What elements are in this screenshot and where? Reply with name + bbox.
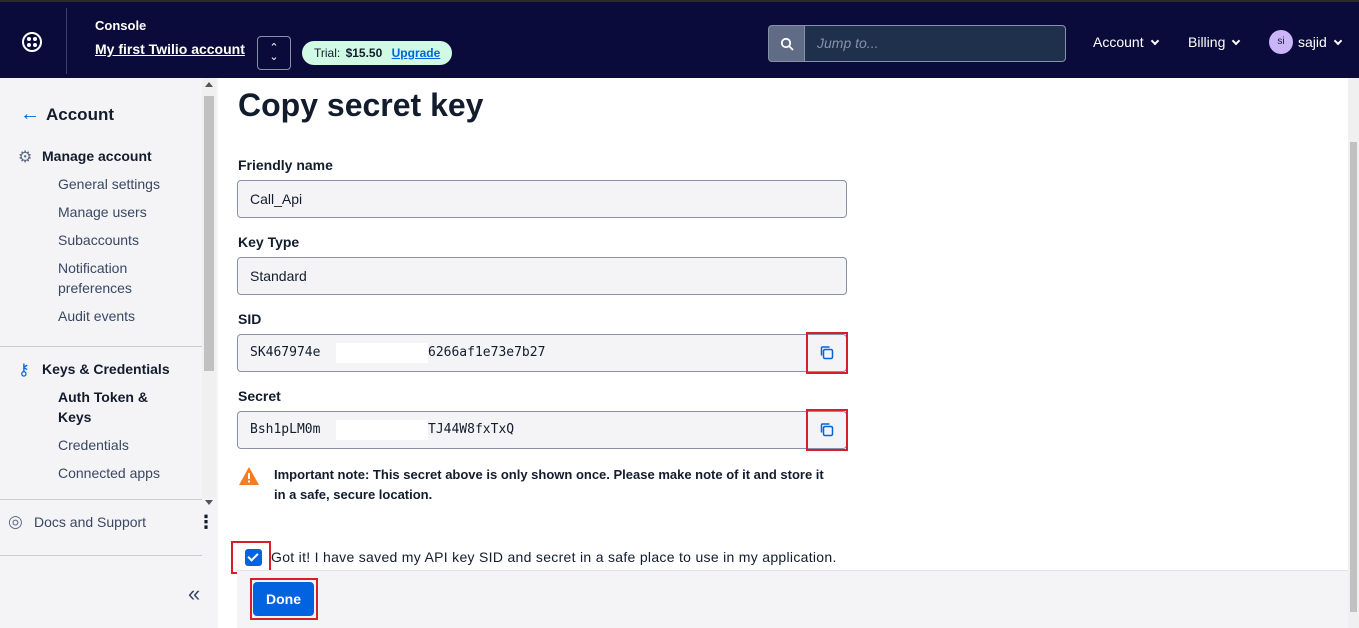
sidebar-item-notification-preferences[interactable]: Notification preferences [58, 258, 168, 298]
scroll-up-arrow-icon[interactable] [205, 82, 213, 87]
billing-menu[interactable]: Billing [1188, 34, 1241, 50]
scroll-down-arrow-icon[interactable] [205, 500, 213, 505]
sidebar-item-subaccounts[interactable]: Subaccounts [58, 230, 139, 250]
done-button[interactable]: Done [253, 582, 314, 616]
highlight-box [806, 332, 848, 374]
main-scrollbar-thumb[interactable] [1350, 142, 1357, 612]
upgrade-link[interactable]: Upgrade [392, 46, 441, 60]
divider [0, 346, 202, 347]
gear-icon: ⚙ [18, 149, 33, 166]
page-title: Copy secret key [238, 87, 484, 123]
sidebar-scrollbar-thumb[interactable] [204, 96, 214, 371]
key-icon: ⚷ [18, 362, 30, 379]
console-label: Console [95, 18, 147, 33]
trial-badge: Trial: $15.50 Upgrade [302, 41, 453, 65]
redaction-mask [336, 420, 428, 440]
friendly-name-field[interactable]: Call_Api [237, 180, 847, 218]
chevron-down-icon [1150, 36, 1159, 46]
confirmation-checkbox-label[interactable]: Got it! I have saved my API key SID and … [271, 549, 837, 565]
chevron-down-icon [1232, 36, 1241, 46]
secret-label: Secret [238, 388, 281, 404]
important-note: Important note: This secret above is onl… [274, 467, 824, 502]
redaction-mask [336, 343, 428, 363]
sidebar: ← Account ⚙ Manage account General setti… [0, 78, 218, 628]
top-navigation-bar: Console My first Twilio account ⌃ ⌄ Tria… [0, 0, 1359, 78]
docs-and-support-link[interactable]: Docs and Support [34, 514, 146, 530]
secret-value-end: TJ44W8fxTxQ [428, 422, 515, 437]
collapse-sidebar-icon[interactable]: « [188, 581, 200, 607]
search-button[interactable] [768, 25, 805, 62]
sidebar-item-auth-token-keys[interactable]: Auth Token & Keys [58, 387, 168, 427]
sidebar-section-keys-credentials[interactable]: Keys & Credentials [42, 361, 170, 377]
sid-value-end: 6266af1e73e7b27 [428, 345, 546, 360]
lifebuoy-icon: ◎ [8, 512, 23, 531]
divider [0, 499, 202, 500]
sid-value-start: SK467974e [250, 345, 321, 360]
account-name-link[interactable]: My first Twilio account [95, 41, 245, 57]
trial-amount: $15.50 [345, 46, 383, 60]
divider [66, 8, 67, 74]
key-type-field[interactable]: Standard [237, 257, 847, 295]
sidebar-item-credentials[interactable]: Credentials [58, 435, 129, 455]
confirmation-checkbox[interactable] [245, 549, 262, 566]
sidebar-item-connected-apps[interactable]: Connected apps [58, 463, 160, 483]
trial-label: Trial: [314, 46, 341, 60]
sidebar-item-audit-events[interactable]: Audit events [58, 306, 135, 326]
secret-value-start: Bsh1pLM0m [250, 422, 321, 437]
sid-label: SID [238, 311, 262, 327]
billing-menu-label: Billing [1188, 34, 1226, 50]
chevron-down-icon [1333, 36, 1343, 46]
chevron-down-icon: ⌄ [269, 51, 279, 63]
account-menu-label: Account [1093, 34, 1144, 50]
account-switcher-button[interactable]: ⌃ ⌄ [257, 36, 291, 70]
secret-field[interactable]: Bsh1pLM0m TJ44W8fxTxQ [237, 411, 809, 449]
highlight-box [806, 409, 848, 451]
search-icon [780, 37, 794, 51]
user-name: sajid [1298, 34, 1327, 50]
footer-bar [237, 570, 1348, 628]
search-input[interactable]: Jump to... [805, 25, 1066, 62]
sidebar-item-manage-users[interactable]: Manage users [58, 202, 147, 222]
sidebar-item-general-settings[interactable]: General settings [58, 174, 160, 194]
account-menu[interactable]: Account [1093, 34, 1159, 50]
sid-field[interactable]: SK467974e 6266af1e73e7b27 [237, 334, 809, 372]
warning-icon [239, 467, 259, 485]
twilio-logo-icon[interactable] [22, 32, 42, 52]
key-type-label: Key Type [238, 234, 300, 250]
user-menu[interactable]: sajid [1298, 34, 1343, 50]
back-arrow-icon[interactable]: ← [20, 104, 40, 124]
friendly-name-label: Friendly name [238, 157, 333, 173]
sidebar-section-manage-account[interactable]: Manage account [42, 148, 152, 164]
divider [0, 555, 202, 556]
sidebar-title[interactable]: Account [46, 105, 114, 125]
avatar[interactable]: si [1269, 30, 1293, 54]
kebab-menu-icon[interactable]: ⋮ [197, 513, 215, 531]
